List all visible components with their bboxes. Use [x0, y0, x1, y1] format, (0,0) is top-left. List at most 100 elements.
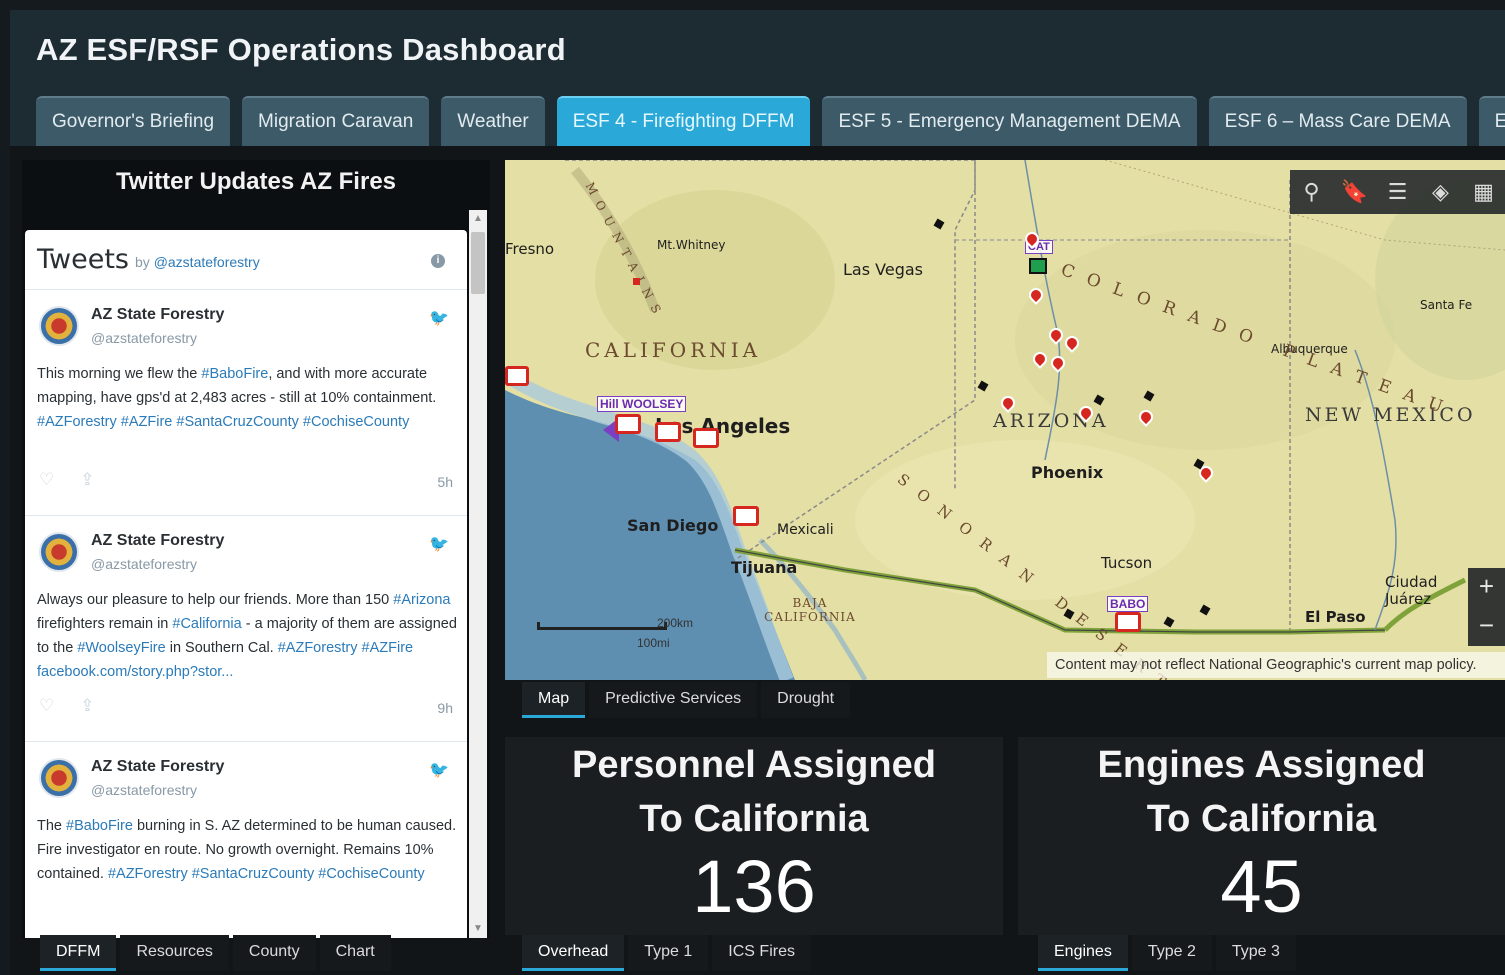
city-label-san-diego: San Diego — [627, 516, 719, 535]
scrollbar-thumb[interactable] — [471, 232, 485, 294]
fire-engine-icon[interactable] — [655, 422, 681, 442]
timeline-heading: Tweets — [37, 244, 129, 275]
scroll-down-icon[interactable]: ▼ — [469, 920, 487, 938]
city-label-phoenix: Phoenix — [1031, 463, 1104, 482]
tab-esf5-emergency-management[interactable]: ESF 5 - Emergency Management DEMA — [822, 96, 1197, 146]
tweet-actions: ♡ ⇪ — [39, 470, 121, 490]
zoom-out-button[interactable]: − — [1468, 607, 1505, 646]
tab-weather[interactable]: Weather — [441, 96, 545, 146]
zoom-in-button[interactable]: + — [1468, 568, 1505, 607]
share-icon[interactable]: ⇪ — [80, 470, 94, 489]
subtab-ics-fires[interactable]: ICS Fires — [712, 935, 811, 971]
like-icon[interactable]: ♡ — [39, 470, 54, 489]
incident-command-icon[interactable] — [1029, 258, 1047, 274]
city-label-tucson: Tucson — [1101, 554, 1153, 572]
tweet-author-name[interactable]: AZ State Forestry — [91, 532, 224, 550]
tweet-author-handle[interactable]: @azstateforestry — [91, 556, 197, 572]
tab-migration-caravan[interactable]: Migration Caravan — [242, 96, 430, 146]
subtab-resources[interactable]: Resources — [120, 935, 229, 971]
avatar[interactable] — [39, 758, 79, 798]
dashboard-header: AZ ESF/RSF Operations Dashboard Governor… — [10, 10, 1505, 146]
subtab-engines[interactable]: Engines — [1038, 935, 1128, 971]
incident-label-hill-woolsey[interactable]: Hill WOOLSEY — [597, 396, 687, 412]
share-icon[interactable]: ⇪ — [80, 696, 94, 715]
subtab-predictive-services[interactable]: Predictive Services — [589, 682, 758, 718]
hashtag-link[interactable]: #California — [172, 616, 241, 632]
fire-engine-icon[interactable] — [693, 428, 719, 448]
city-label-santa-fe: Santa Fe — [1420, 298, 1473, 312]
like-icon[interactable]: ♡ — [39, 696, 54, 715]
incident-label-babo[interactable]: BABO — [1107, 596, 1149, 612]
subtab-overhead[interactable]: Overhead — [522, 935, 625, 971]
twitter-bird-icon[interactable]: 🐦 — [429, 534, 449, 554]
hashtag-link[interactable]: #AZForestry #SantaCruzCounty #CochiseCou… — [108, 866, 425, 882]
bookmark-icon[interactable]: 🔖 — [1341, 179, 1369, 205]
city-label-tijuana: Tijuana — [731, 558, 798, 577]
subtab-county[interactable]: County — [232, 935, 316, 971]
tweet-author-name[interactable]: AZ State Forestry — [91, 306, 224, 324]
zoom-controls: + − — [1468, 568, 1505, 646]
map-attribution: Content may not reflect National Geograp… — [1047, 652, 1505, 678]
layers-icon[interactable]: ◈ — [1427, 179, 1455, 205]
dashboard-app: AZ ESF/RSF Operations Dashboard Governor… — [10, 10, 1505, 975]
subtab-chart[interactable]: Chart — [319, 935, 391, 971]
twitter-timeline[interactable]: Tweets by @azstateforestry i AZ State Fo… — [25, 230, 467, 938]
twitter-panel-sub-tabs: DFFM Resources County Chart — [40, 935, 391, 971]
hashtag-link[interactable]: #AZForestry #AZFire #SantaCruzCounty #Co… — [37, 414, 409, 430]
tweet-author-handle[interactable]: @azstateforestry — [91, 330, 197, 346]
avatar[interactable] — [39, 532, 79, 572]
scroll-up-icon[interactable]: ▲ — [469, 210, 487, 228]
tweet-text: Always our pleasure to help our friends.… — [37, 588, 457, 684]
map-toolbar: ⚲ 🔖 ☰ ◈ ▦ — [1290, 170, 1505, 214]
fire-engine-icon[interactable] — [615, 414, 641, 434]
tweet-text-fragment: firefighters remain in — [37, 616, 173, 632]
city-label-fresno: Fresno — [505, 240, 555, 258]
subtab-type-3[interactable]: Type 3 — [1215, 935, 1296, 971]
tweet-text-fragment: in Southern Cal. — [165, 640, 278, 656]
twitter-bird-icon[interactable]: 🐦 — [429, 308, 449, 328]
tab-esf4-firefighting[interactable]: ESF 4 - Firefighting DFFM — [556, 96, 811, 146]
tweet[interactable]: AZ State Forestry @azstateforestry 🐦 The… — [25, 742, 467, 938]
byline-handle-link[interactable]: @azstateforestry — [154, 254, 260, 270]
personnel-count: 136 — [692, 845, 816, 928]
search-icon[interactable]: ⚲ — [1298, 179, 1326, 205]
city-label-el-paso: El Paso — [1305, 608, 1366, 626]
hashtag-link[interactable]: #Arizona — [393, 592, 450, 608]
info-icon[interactable]: i — [431, 254, 445, 268]
tweet[interactable]: AZ State Forestry @azstateforestry 🐦 Thi… — [25, 290, 467, 516]
tweet-timestamp[interactable]: 5h — [437, 474, 453, 490]
dashboard-tab-bar: Governor's Briefing Migration Caravan We… — [36, 96, 1505, 146]
fire-engine-icon[interactable] — [505, 366, 529, 386]
basemap-gallery-icon[interactable]: ▦ — [1470, 179, 1498, 205]
legend-icon[interactable]: ☰ — [1384, 179, 1412, 205]
avatar[interactable] — [39, 306, 79, 346]
map-view[interactable]: Fresno Mt.Whitney Las Vegas Santa Fe Alb… — [505, 160, 1505, 680]
twitter-panel: Twitter Updates AZ Fires Tweets by @azst… — [22, 160, 490, 938]
hashtag-link[interactable]: #WoolseyFire — [77, 640, 165, 656]
subtab-dffm[interactable]: DFFM — [40, 935, 117, 971]
tweet-author-handle[interactable]: @azstateforestry — [91, 782, 197, 798]
timeline-scrollbar[interactable]: ▲ ▼ — [469, 210, 487, 938]
hashtag-link[interactable]: #BaboFire — [66, 818, 133, 834]
personnel-title-line1: Personnel Assigned — [572, 744, 936, 786]
fire-point-icon[interactable] — [633, 278, 640, 285]
subtab-type-1[interactable]: Type 1 — [628, 935, 709, 971]
subtab-map[interactable]: Map — [522, 682, 586, 718]
engines-title-line1: Engines Assigned — [1097, 744, 1426, 786]
tweet[interactable]: AZ State Forestry @azstateforestry 🐦 Alw… — [25, 516, 467, 742]
city-label-mexicali: Mexicali — [777, 522, 834, 538]
tab-esf-overflow[interactable]: ES — [1478, 96, 1505, 146]
tweet-timestamp[interactable]: 9h — [437, 700, 453, 716]
subtab-drought[interactable]: Drought — [761, 682, 851, 718]
fire-engine-icon[interactable] — [1115, 612, 1141, 632]
tweet-author-name[interactable]: AZ State Forestry — [91, 758, 224, 776]
tweet-text: This morning we flew the #BaboFire, and … — [37, 362, 457, 434]
subtab-type-2[interactable]: Type 2 — [1131, 935, 1212, 971]
hashtag-link[interactable]: #BaboFire — [201, 366, 268, 382]
fire-engine-icon[interactable] — [733, 506, 759, 526]
tab-esf6-mass-care[interactable]: ESF 6 – Mass Care DEMA — [1208, 96, 1467, 146]
timeline-byline: by @azstateforestry — [135, 254, 260, 270]
tab-governors-briefing[interactable]: Governor's Briefing — [36, 96, 231, 146]
twitter-bird-icon[interactable]: 🐦 — [429, 760, 449, 780]
tweet-text-fragment: Always our pleasure to help our friends.… — [37, 592, 394, 608]
